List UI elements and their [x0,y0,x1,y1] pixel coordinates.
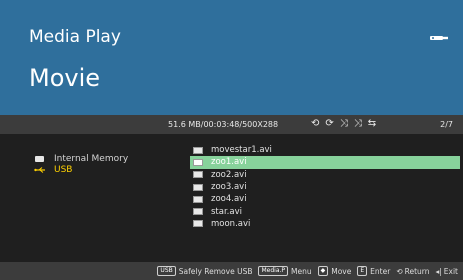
safely-remove-label: Safely Remove USB [178,266,253,276]
video-file-icon [193,158,203,166]
device-list: Internal Memory USB [0,134,180,262]
media-p-key-icon: Media.P [258,266,289,276]
file-list: movestar1.avi zoo1.avi zoo2.avi zoo3.avi… [190,144,460,230]
video-file-icon [193,195,203,203]
media-play-screen: Media Play Movie 51.6 MB/00:03:48/500X28… [0,0,463,280]
file-name: zoo2.avi [211,169,247,180]
playback-mode-icons: ⟲ ⟳ ⤨ ⤨ ⇆ [311,118,376,129]
video-file-icon [193,171,203,179]
memory-icon [35,156,44,162]
enter-hint[interactable]: E Enter [357,266,390,276]
header: Media Play Movie [0,0,463,115]
usb-key-icon: USB [157,266,176,276]
video-file-icon [193,220,203,228]
page-count: 2/7 [440,120,453,129]
video-file-icon [193,146,203,154]
shuffle-all-icon: ⤨ [353,118,362,129]
repeat-one-icon: ⟲ [311,118,320,129]
file-row-selected[interactable]: zoo1.avi [190,156,460,169]
usb-connected-icon [430,36,448,40]
usb-icon [34,167,45,173]
video-file-icon [193,183,203,191]
file-name: movestar1.avi [211,145,272,156]
shuffle-icon: ⤨ [339,118,348,129]
device-label: USB [54,165,73,175]
move-hint[interactable]: ◆ Move [317,266,352,276]
video-file-icon [193,208,203,216]
move-label: Move [331,266,352,276]
return-hint[interactable]: ⟲ Return [396,267,429,276]
return-label: Return [404,266,430,276]
file-name: zoo4.avi [211,194,247,205]
enter-label: Enter [370,266,391,276]
repeat-off-icon: ⇆ [367,118,377,129]
device-internal-memory[interactable]: Internal Memory [34,154,128,164]
section-title: Movie [29,64,101,92]
file-info-bar: 51.6 MB/00:03:48/500X288 ⟲ ⟳ ⤨ ⤨ ⇆ 2/7 [0,115,463,134]
file-meta: 51.6 MB/00:03:48/500X288 [168,120,279,129]
footer-items: USB Safely Remove USB Media.P Menu ◆ Mov… [157,266,458,276]
file-name: zoo1.avi [211,157,247,168]
file-row[interactable]: moon.avi [190,218,460,230]
file-name: zoo3.avi [211,182,247,193]
content-area: Internal Memory USB movestar1.avi zoo1.a… [0,134,463,262]
device-label: Internal Memory [54,154,129,164]
repeat-all-icon: ⟳ [325,118,334,129]
exit-hint[interactable]: ◂| Exit [436,267,459,276]
file-row[interactable]: zoo3.avi [190,181,460,193]
file-row[interactable]: star.avi [190,205,460,217]
file-name: moon.avi [211,218,251,229]
footer-help-bar: USB Safely Remove USB Media.P Menu ◆ Mov… [0,262,463,280]
exit-icon: ◂| [435,266,442,276]
menu-label: Menu [291,266,312,276]
file-row[interactable]: zoo4.avi [190,193,460,205]
device-usb[interactable]: USB [34,165,72,175]
exit-label: Exit [443,266,458,276]
file-row[interactable]: zoo2.avi [190,169,460,181]
menu-hint[interactable]: Media.P Menu [258,266,312,276]
enter-key-icon: E [357,266,368,276]
app-title: Media Play [29,27,121,47]
safely-remove-hint[interactable]: USB Safely Remove USB [157,266,252,276]
file-row[interactable]: movestar1.avi [190,144,460,156]
return-icon: ⟲ [396,266,403,276]
move-key-icon: ◆ [317,266,329,276]
file-name: star.avi [211,206,242,217]
